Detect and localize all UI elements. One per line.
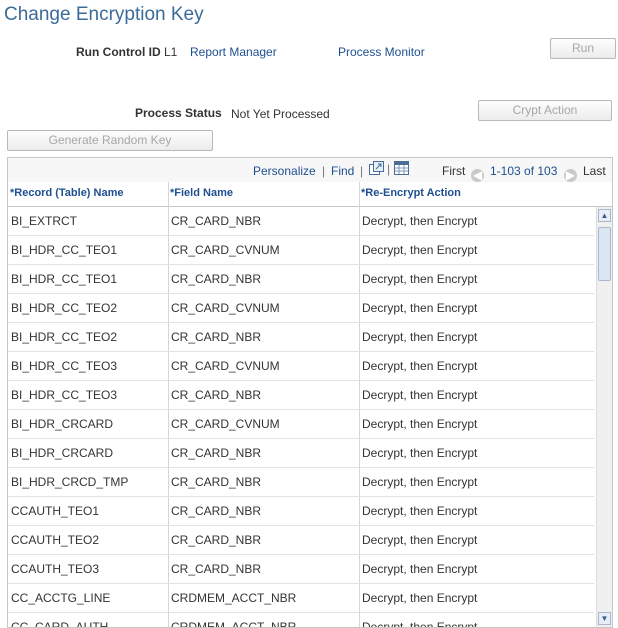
field-name-cell: CRDMEM_ACCT_NBR <box>171 620 297 628</box>
record-name-cell: CC_CARD_AUTH <box>11 620 109 628</box>
reencrypt-action-cell: Decrypt, then Encrypt <box>362 562 478 576</box>
reencrypt-action-cell: Decrypt, then Encrypt <box>362 243 478 257</box>
record-name-cell: BI_HDR_CRCD_TMP <box>11 475 129 489</box>
table-row[interactable]: BI_EXTRCT CR_CARD_NBR Decrypt, then Encryp… <box>8 207 594 236</box>
header-reencrypt-action[interactable]: *Re-Encrypt Action <box>361 187 461 199</box>
process-monitor-link[interactable]: Process Monitor <box>338 45 425 59</box>
download-spreadsheet-icon[interactable] <box>394 161 409 178</box>
record-name-cell: BI_HDR_CRCARD <box>11 417 114 431</box>
field-name-cell: CR_CARD_NBR <box>171 475 262 489</box>
table-row[interactable]: CCAUTH_TEO2 CR_CARD_NBR Decrypt, then Encr… <box>8 526 594 555</box>
crypt-action-button[interactable]: Crypt Action <box>478 100 612 121</box>
record-name-cell: BI_HDR_CC_TEO2 <box>11 330 118 344</box>
record-name-cell: CCAUTH_TEO3 <box>11 562 100 576</box>
generate-random-key-button[interactable]: Generate Random Key <box>7 130 213 151</box>
field-name-cell: CR_CARD_NBR <box>171 446 262 460</box>
reencrypt-action-cell: Decrypt, then Encrypt <box>362 591 478 605</box>
record-name-cell: BI_HDR_CC_TEO2 <box>11 301 118 315</box>
field-name-cell: CR_CARD_CVNUM <box>171 359 280 373</box>
first-label: First <box>442 164 466 178</box>
grid-scrollbar[interactable]: ▲ ▼ <box>596 207 612 627</box>
reencrypt-action-cell: Decrypt, then Encrypt <box>362 475 478 489</box>
field-name-cell: CR_CARD_NBR <box>171 562 262 576</box>
run-button[interactable]: Run <box>550 38 616 59</box>
nav-separator: | <box>322 164 326 178</box>
table-row[interactable]: BI_HDR_CC_TEO1 CR_CARD_CVNUM Decrypt, then… <box>8 236 594 265</box>
header-field-name[interactable]: *Field Name <box>170 187 233 199</box>
field-name-cell: CR_CARD_NBR <box>171 272 262 286</box>
record-name-cell: BI_HDR_CRCARD <box>11 446 114 460</box>
personalize-link[interactable]: Personalize <box>253 164 316 178</box>
field-name-cell: CR_CARD_NBR <box>171 533 262 547</box>
field-name-cell: CR_CARD_NBR <box>171 214 262 228</box>
process-status-label: Process Status <box>135 106 222 120</box>
record-name-cell: BI_HDR_CC_TEO1 <box>11 243 118 257</box>
table-row[interactable]: BI_HDR_CC_TEO3 CR_CARD_CVNUM Decrypt, then… <box>8 352 594 381</box>
reencrypt-action-cell: Decrypt, then Encrypt <box>362 301 478 315</box>
field-name-cell: CR_CARD_CVNUM <box>171 301 280 315</box>
field-name-cell: CR_CARD_NBR <box>171 504 262 518</box>
table-row[interactable]: BI_HDR_CC_TEO2 CR_CARD_NBR Decrypt, then E… <box>8 323 594 352</box>
header-record-name[interactable]: *Record (Table) Name <box>10 187 124 199</box>
nav-separator-3: | <box>387 162 391 176</box>
table-row[interactable]: BI_HDR_CRCARD CR_CARD_CVNUM Decrypt, then … <box>8 410 594 439</box>
scroll-down-arrow-icon[interactable]: ▼ <box>598 612 611 625</box>
reencrypt-action-cell: Decrypt, then Encrypt <box>362 272 478 286</box>
reencrypt-action-cell: Decrypt, then Encrypt <box>362 388 478 402</box>
reencrypt-action-cell: Decrypt, then Encrypt <box>362 417 478 431</box>
reencrypt-action-cell: Decrypt, then Encrypt <box>362 214 478 228</box>
scroll-thumb[interactable] <box>598 227 611 281</box>
table-row[interactable]: BI_HDR_CRCD_TMP CR_CARD_NBR Decrypt, then … <box>8 468 594 497</box>
find-link[interactable]: Find <box>331 164 354 178</box>
grid-rows: BI_EXTRCT CR_CARD_NBR Decrypt, then Encryp… <box>8 207 594 628</box>
record-name-cell: BI_HDR_CC_TEO1 <box>11 272 118 286</box>
zoom-grid-icon[interactable] <box>369 161 384 178</box>
field-name-cell: CR_CARD_NBR <box>171 388 262 402</box>
table-row[interactable]: BI_HDR_CRCARD CR_CARD_NBR Decrypt, then En… <box>8 439 594 468</box>
reencrypt-action-cell: Decrypt, then Encrypt <box>362 359 478 373</box>
record-name-cell: CCAUTH_TEO1 <box>11 504 100 518</box>
record-name-cell: CCAUTH_TEO2 <box>11 533 100 547</box>
reencrypt-action-cell: Decrypt, then Encrypt <box>362 330 478 344</box>
table-row[interactable]: CCAUTH_TEO1 CR_CARD_NBR Decrypt, then Encr… <box>8 497 594 526</box>
reencrypt-action-cell: Decrypt, then Encrypt <box>362 533 478 547</box>
record-name-cell: BI_EXTRCT <box>11 214 78 228</box>
reencrypt-action-cell: Decrypt, then Encrypt <box>362 446 478 460</box>
field-name-cell: CRDMEM_ACCT_NBR <box>171 591 297 605</box>
table-row[interactable]: BI_HDR_CC_TEO2 CR_CARD_CVNUM Decrypt, then… <box>8 294 594 323</box>
record-name-cell: BI_HDR_CC_TEO3 <box>11 388 118 402</box>
reencrypt-action-cell: Decrypt, then Encrypt <box>362 620 478 628</box>
table-row[interactable]: CC_CARD_AUTH CRDMEM_ACCT_NBR Decrypt, then… <box>8 613 594 628</box>
table-row[interactable]: CCAUTH_TEO3 CR_CARD_NBR Decrypt, then Encr… <box>8 555 594 584</box>
report-manager-link[interactable]: Report Manager <box>190 45 277 59</box>
encryption-grid: Personalize | Find | | First ◀ 1-103 of … <box>7 157 613 628</box>
table-row[interactable]: BI_HDR_CC_TEO1 CR_CARD_NBR Decrypt, then E… <box>8 265 594 294</box>
page-title: Change Encryption Key <box>4 4 204 25</box>
field-name-cell: CR_CARD_CVNUM <box>171 417 280 431</box>
last-label: Last <box>583 164 606 178</box>
grid-header-row: *Record (Table) Name *Field Name *Re-Enc… <box>8 182 612 207</box>
record-name-cell: BI_HDR_CC_TEO3 <box>11 359 118 373</box>
nav-separator-2: | <box>360 164 364 178</box>
reencrypt-action-cell: Decrypt, then Encrypt <box>362 504 478 518</box>
table-row[interactable]: CC_ACCTG_LINE CRDMEM_ACCT_NBR Decrypt, the… <box>8 584 594 613</box>
row-range: 1-103 of 103 <box>490 164 558 178</box>
record-name-cell: CC_ACCTG_LINE <box>11 591 111 605</box>
table-row[interactable]: BI_HDR_CC_TEO3 CR_CARD_NBR Decrypt, then E… <box>8 381 594 410</box>
field-name-cell: CR_CARD_CVNUM <box>171 243 280 257</box>
run-control-value: L1 <box>164 45 178 59</box>
process-status-value: Not Yet Processed <box>231 107 330 121</box>
grid-navigation-bar: Personalize | Find | | First ◀ 1-103 of … <box>8 158 612 183</box>
scroll-up-arrow-icon[interactable]: ▲ <box>598 209 611 222</box>
run-control-label: Run Control ID <box>76 45 161 59</box>
field-name-cell: CR_CARD_NBR <box>171 330 262 344</box>
